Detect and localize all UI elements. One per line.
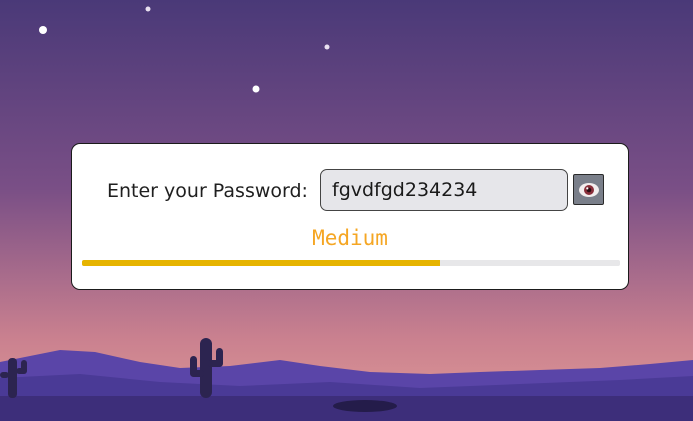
star bbox=[39, 26, 47, 34]
show-password-button[interactable] bbox=[573, 174, 604, 205]
strength-meter-fill bbox=[82, 260, 440, 266]
strength-label: Medium bbox=[312, 226, 388, 250]
strength-meter bbox=[82, 260, 620, 266]
star bbox=[145, 6, 151, 12]
password-card: Enter your Password: Medium bbox=[71, 143, 629, 290]
rock bbox=[333, 400, 397, 412]
star bbox=[252, 85, 260, 93]
star bbox=[324, 44, 330, 50]
password-input[interactable] bbox=[320, 169, 568, 211]
password-label: Enter your Password: bbox=[107, 180, 308, 202]
eye-icon bbox=[578, 182, 599, 197]
